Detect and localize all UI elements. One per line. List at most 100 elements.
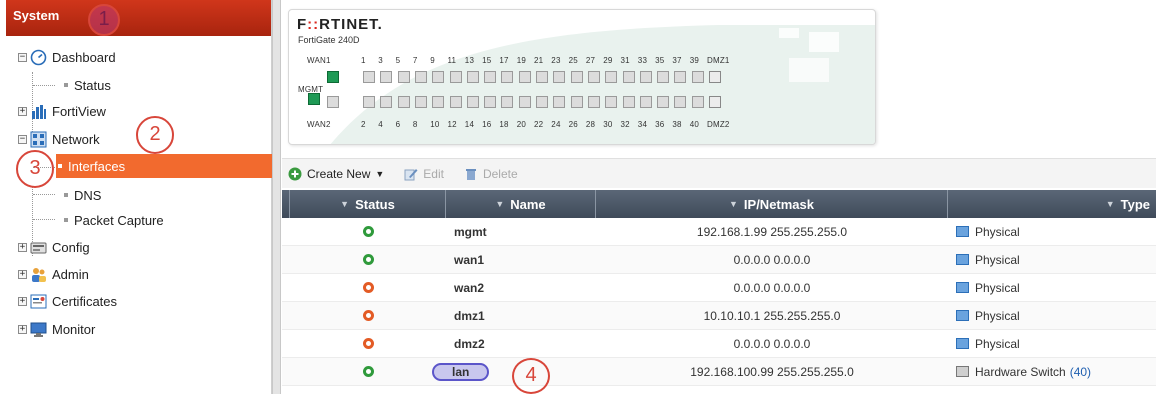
port-top-9[interactable] (501, 71, 514, 83)
interface-name: lan (432, 362, 490, 381)
port-top-10[interactable] (518, 71, 531, 83)
port-mgmt[interactable] (308, 93, 320, 105)
leaf-bullet-icon (64, 218, 68, 222)
port-label-bottom-16: 32 (620, 120, 630, 129)
port-top-6[interactable] (449, 71, 462, 83)
sidebar-item-config[interactable]: + Config (18, 234, 90, 260)
port-label-top-10: 19 (516, 56, 526, 65)
port-top-20[interactable] (691, 71, 704, 83)
port-bottom-10[interactable] (518, 96, 531, 108)
port-top-15[interactable] (605, 71, 618, 83)
port-top-5[interactable] (432, 71, 445, 83)
port-bottom-0[interactable] (327, 96, 339, 108)
port-bottom-1[interactable] (363, 96, 375, 108)
sidebar-item-packet-capture[interactable]: Packet Capture (62, 207, 164, 233)
port-top-0[interactable] (327, 71, 339, 83)
interface-name: wan2 (454, 280, 485, 295)
port-top-16[interactable] (622, 71, 635, 83)
port-top-13[interactable] (570, 71, 583, 83)
port-bottom-13[interactable] (570, 96, 583, 108)
port-top-2[interactable] (380, 71, 393, 83)
table-row[interactable]: dmz2 0.0.0.0 0.0.0.0 Physical (282, 330, 1156, 358)
sidebar-item-network[interactable]: − Network (18, 126, 100, 152)
port-top-8[interactable] (484, 71, 497, 83)
port-top-7[interactable] (466, 71, 479, 83)
port-top-17[interactable] (639, 71, 652, 83)
member-count-link[interactable]: (40) (1070, 365, 1091, 379)
leaf-bullet-icon (64, 83, 68, 87)
port-label-top-20: 39 (689, 56, 699, 65)
pane-splitter[interactable] (272, 0, 281, 394)
filter-icon[interactable]: ▼ (340, 199, 349, 209)
monitor-icon (30, 321, 47, 338)
table-row[interactable]: wan1 0.0.0.0 0.0.0.0 Physical (282, 246, 1156, 274)
type-cell: Physical (948, 302, 1156, 329)
edit-button[interactable]: Edit (404, 167, 444, 181)
port-bottom-17[interactable] (639, 96, 652, 108)
column-header-name[interactable]: ▼ Name (446, 190, 596, 218)
table-row[interactable]: mgmt 192.168.1.99 255.255.255.0 Physical (282, 218, 1156, 246)
sidebar-item-admin[interactable]: + Admin (18, 261, 89, 287)
column-header-ip-netmask[interactable]: ▼ IP/Netmask (596, 190, 948, 218)
expand-icon[interactable]: + (18, 269, 27, 279)
port-bottom-6[interactable] (449, 96, 462, 108)
expand-icon[interactable]: + (18, 242, 27, 252)
edit-icon (404, 167, 418, 181)
port-top-14[interactable] (587, 71, 600, 83)
filter-icon[interactable]: ▼ (1106, 199, 1115, 209)
port-bottom-3[interactable] (397, 96, 410, 108)
table-row[interactable]: dmz1 10.10.10.1 255.255.255.0 Physical (282, 302, 1156, 330)
sidebar-item-certificates[interactable]: + Certificates (18, 288, 117, 314)
sidebar-item-status[interactable]: Status (62, 72, 111, 98)
trash-icon (464, 167, 478, 181)
port-top-4[interactable] (414, 71, 427, 83)
collapse-icon[interactable]: − (18, 134, 27, 144)
port-bottom-16[interactable] (622, 96, 635, 108)
sidebar-item-dashboard[interactable]: − Dashboard (18, 44, 116, 70)
expand-icon[interactable]: + (18, 324, 27, 334)
port-bottom-15[interactable] (605, 96, 618, 108)
port-label-bottom-1: 2 (361, 120, 366, 129)
port-top-1[interactable] (363, 71, 375, 83)
collapse-icon[interactable]: − (18, 52, 27, 62)
port-top-12[interactable] (553, 71, 566, 83)
filter-icon[interactable]: ▼ (495, 199, 504, 209)
expand-icon[interactable]: + (18, 296, 27, 306)
create-new-button[interactable]: Create New ▼ (288, 167, 384, 181)
filter-icon[interactable]: ▼ (729, 199, 738, 209)
sidebar-header-system[interactable]: System (6, 0, 271, 36)
column-header-status[interactable]: ▼ Status (290, 190, 446, 218)
port-top-19[interactable] (674, 71, 687, 83)
sidebar-item-interfaces[interactable]: Interfaces (56, 154, 272, 178)
dashboard-icon (30, 49, 47, 66)
port-bottom-21[interactable] (709, 96, 721, 108)
port-top-18[interactable] (657, 71, 670, 83)
column-header-type[interactable]: ▼ Type (948, 190, 1156, 218)
name-cell: wan2 (446, 274, 596, 301)
port-bottom-18[interactable] (657, 96, 670, 108)
port-bottom-5[interactable] (432, 96, 445, 108)
port-top-3[interactable] (397, 71, 410, 83)
port-top-11[interactable] (536, 71, 548, 83)
port-bottom-12[interactable] (553, 96, 566, 108)
select-all-cell (282, 190, 290, 218)
port-bottom-2[interactable] (380, 96, 393, 108)
port-top-21[interactable] (709, 71, 721, 83)
port-bottom-11[interactable] (536, 96, 548, 108)
sidebar-item-dns[interactable]: DNS (62, 182, 101, 208)
port-bottom-4[interactable] (414, 96, 427, 108)
sidebar-item-fortiview[interactable]: + FortiView (18, 98, 106, 124)
delete-button[interactable]: Delete (464, 167, 518, 181)
sidebar-item-monitor[interactable]: + Monitor (18, 316, 95, 342)
port-bottom-19[interactable] (674, 96, 687, 108)
port-bottom-9[interactable] (501, 96, 514, 108)
port-bottom-20[interactable] (691, 96, 704, 108)
port-bottom-7[interactable] (466, 96, 479, 108)
port-bottom-8[interactable] (484, 96, 497, 108)
name-cell: dmz2 (446, 330, 596, 357)
table-row[interactable]: wan2 0.0.0.0 0.0.0.0 Physical (282, 274, 1156, 302)
table-row[interactable]: lan 192.168.100.99 255.255.255.0 Hardware … (282, 358, 1156, 386)
interface-name: mgmt (454, 224, 487, 239)
expand-icon[interactable]: + (18, 106, 27, 116)
port-bottom-14[interactable] (587, 96, 600, 108)
